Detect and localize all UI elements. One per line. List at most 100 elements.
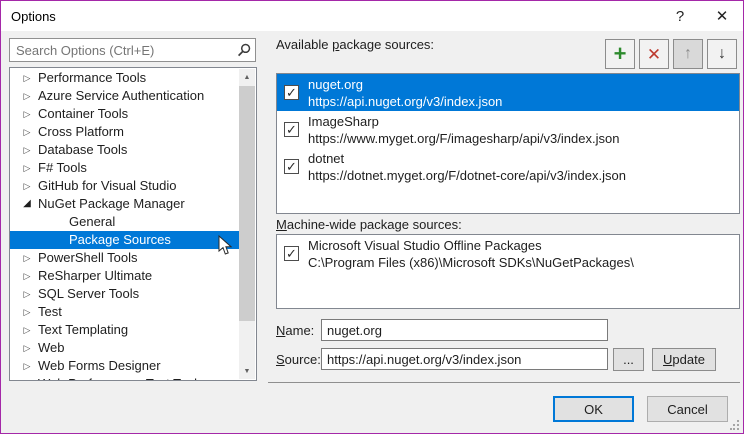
collapsed-twisty-icon[interactable]: ▷ (20, 177, 34, 195)
collapsed-twisty-icon[interactable]: ▷ (20, 249, 34, 267)
browse-button[interactable]: ... (613, 348, 644, 371)
source-url: https://www.myget.org/F/imagesharp/api/v… (308, 130, 619, 147)
ok-button[interactable]: OK (553, 396, 634, 422)
checkbox-checked-icon[interactable]: ✓ (284, 159, 299, 174)
tree-item-resharper-ultimate[interactable]: ▷ReSharper Ultimate (10, 267, 239, 285)
scroll-down-icon[interactable]: ▼ (239, 363, 255, 379)
source-label: Source: (276, 352, 321, 367)
tree-item-nuget-package-manager[interactable]: ◢NuGet Package Manager (10, 195, 239, 213)
tree-item-label: PowerShell Tools (38, 249, 137, 267)
checkbox-checked-icon[interactable]: ✓ (284, 85, 299, 100)
remove-source-button[interactable]: ✕ (639, 39, 669, 69)
tree-item-general[interactable]: General (10, 213, 239, 231)
collapsed-twisty-icon[interactable]: ▷ (20, 357, 34, 375)
scroll-up-icon[interactable]: ▲ (239, 69, 255, 85)
source-row-microsoft-visual-studio-offline-packages[interactable]: ✓ Microsoft Visual Studio Offline Package… (277, 235, 739, 272)
tree-item-test[interactable]: ▷Test (10, 303, 239, 321)
close-icon[interactable]: ✕ (701, 1, 743, 31)
source-texts: Microsoft Visual Studio Offline Packages… (308, 237, 634, 271)
tree-item-label: Database Tools (38, 141, 127, 159)
collapsed-twisty-icon[interactable]: ▷ (20, 285, 34, 303)
collapsed-twisty-icon[interactable]: ▷ (20, 375, 34, 381)
collapsed-twisty-icon[interactable]: ▷ (20, 267, 34, 285)
tree-item-cross-platform[interactable]: ▷Cross Platform (10, 123, 239, 141)
options-dialog: Options ? ✕ ▷Performance Tools▷Azure Ser… (0, 0, 744, 434)
move-down-button[interactable]: ↓ (707, 39, 737, 69)
scrollbar-thumb[interactable] (239, 86, 255, 321)
source-name: ImageSharp (308, 113, 619, 130)
source-toolbar: + ✕ ↑ ↓ (605, 39, 737, 69)
arrow-up-icon: ↑ (684, 46, 692, 62)
collapsed-twisty-icon[interactable]: ▷ (20, 141, 34, 159)
plus-icon: + (614, 43, 627, 65)
source-name: Microsoft Visual Studio Offline Packages (308, 237, 634, 254)
footer-separator (268, 382, 740, 383)
search-icon[interactable] (237, 43, 251, 57)
machine-sources-label: Machine-wide package sources: (276, 217, 462, 232)
mouse-cursor (218, 235, 232, 256)
source-name: nuget.org (308, 76, 502, 93)
search-input[interactable] (9, 38, 256, 62)
source-field[interactable] (321, 348, 608, 370)
collapsed-twisty-icon[interactable]: ▷ (20, 105, 34, 123)
help-icon[interactable]: ? (659, 1, 701, 31)
tree-item-label: SQL Server Tools (38, 285, 139, 303)
tree-item-f-tools[interactable]: ▷F# Tools (10, 159, 239, 177)
tree-item-web-forms-designer[interactable]: ▷Web Forms Designer (10, 357, 239, 375)
tree-item-container-tools[interactable]: ▷Container Tools (10, 105, 239, 123)
add-source-button[interactable]: + (605, 39, 635, 69)
checkbox-checked-icon[interactable]: ✓ (284, 246, 299, 261)
resize-grip-icon[interactable] (730, 420, 740, 430)
name-field[interactable] (321, 319, 608, 341)
tree-item-powershell-tools[interactable]: ▷PowerShell Tools (10, 249, 239, 267)
collapsed-twisty-icon[interactable]: ▷ (20, 87, 34, 105)
source-texts: ImageSharphttps://www.myget.org/F/images… (308, 113, 619, 147)
source-texts: dotnethttps://dotnet.myget.org/F/dotnet-… (308, 150, 626, 184)
tree-item-github-for-visual-studio[interactable]: ▷GitHub for Visual Studio (10, 177, 239, 195)
remove-icon: ✕ (647, 46, 661, 63)
tree-item-web-performance-test-tools[interactable]: ▷Web Performance Test Tools (10, 375, 239, 381)
tree-item-label: Azure Service Authentication (38, 87, 204, 105)
source-row-dotnet[interactable]: ✓ dotnethttps://dotnet.myget.org/F/dotnet… (277, 148, 739, 185)
tree-item-label: Container Tools (38, 105, 128, 123)
source-url: https://api.nuget.org/v3/index.json (308, 93, 502, 110)
tree-item-label: F# Tools (38, 159, 87, 177)
tree-item-label: Text Templating (38, 321, 128, 339)
title-bar: Options ? ✕ (1, 1, 743, 31)
tree-item-performance-tools[interactable]: ▷Performance Tools (10, 69, 239, 87)
tree-item-sql-server-tools[interactable]: ▷SQL Server Tools (10, 285, 239, 303)
available-sources-label: Available package sources: (276, 37, 434, 52)
options-tree: ▷Performance Tools▷Azure Service Authent… (9, 67, 257, 381)
checkbox-checked-icon[interactable]: ✓ (284, 122, 299, 137)
collapsed-twisty-icon[interactable]: ▷ (20, 303, 34, 321)
arrow-down-icon: ↓ (718, 46, 726, 62)
source-name: dotnet (308, 150, 626, 167)
tree-item-label: ReSharper Ultimate (38, 267, 152, 285)
source-row-imagesharp[interactable]: ✓ ImageSharphttps://www.myget.org/F/image… (277, 111, 739, 148)
tree-item-azure-service-authentication[interactable]: ▷Azure Service Authentication (10, 87, 239, 105)
cancel-button[interactable]: Cancel (647, 396, 728, 422)
name-label: Name: (276, 323, 314, 338)
source-url: C:\Program Files (x86)\Microsoft SDKs\Nu… (308, 254, 634, 271)
update-button[interactable]: Update (652, 348, 716, 371)
source-row-nuget-org[interactable]: ✓ nuget.orghttps://api.nuget.org/v3/index… (277, 74, 739, 111)
tree-item-package-sources[interactable]: Package Sources (10, 231, 239, 249)
tree-item-label: Web (38, 339, 65, 357)
window-title: Options (11, 9, 56, 24)
tree-item-label: Test (38, 303, 62, 321)
tree-item-label: NuGet Package Manager (38, 195, 185, 213)
expanded-twisty-icon[interactable]: ◢ (20, 195, 34, 213)
collapsed-twisty-icon[interactable]: ▷ (20, 339, 34, 357)
tree-item-label: Web Forms Designer (38, 357, 161, 375)
tree-items: ▷Performance Tools▷Azure Service Authent… (10, 69, 239, 381)
tree-scrollbar[interactable]: ▲ ▼ (239, 69, 255, 379)
tree-item-database-tools[interactable]: ▷Database Tools (10, 141, 239, 159)
tree-item-label: General (69, 213, 115, 231)
move-up-button[interactable]: ↑ (673, 39, 703, 69)
collapsed-twisty-icon[interactable]: ▷ (20, 159, 34, 177)
collapsed-twisty-icon[interactable]: ▷ (20, 69, 34, 87)
collapsed-twisty-icon[interactable]: ▷ (20, 123, 34, 141)
tree-item-web[interactable]: ▷Web (10, 339, 239, 357)
tree-item-text-templating[interactable]: ▷Text Templating (10, 321, 239, 339)
collapsed-twisty-icon[interactable]: ▷ (20, 321, 34, 339)
